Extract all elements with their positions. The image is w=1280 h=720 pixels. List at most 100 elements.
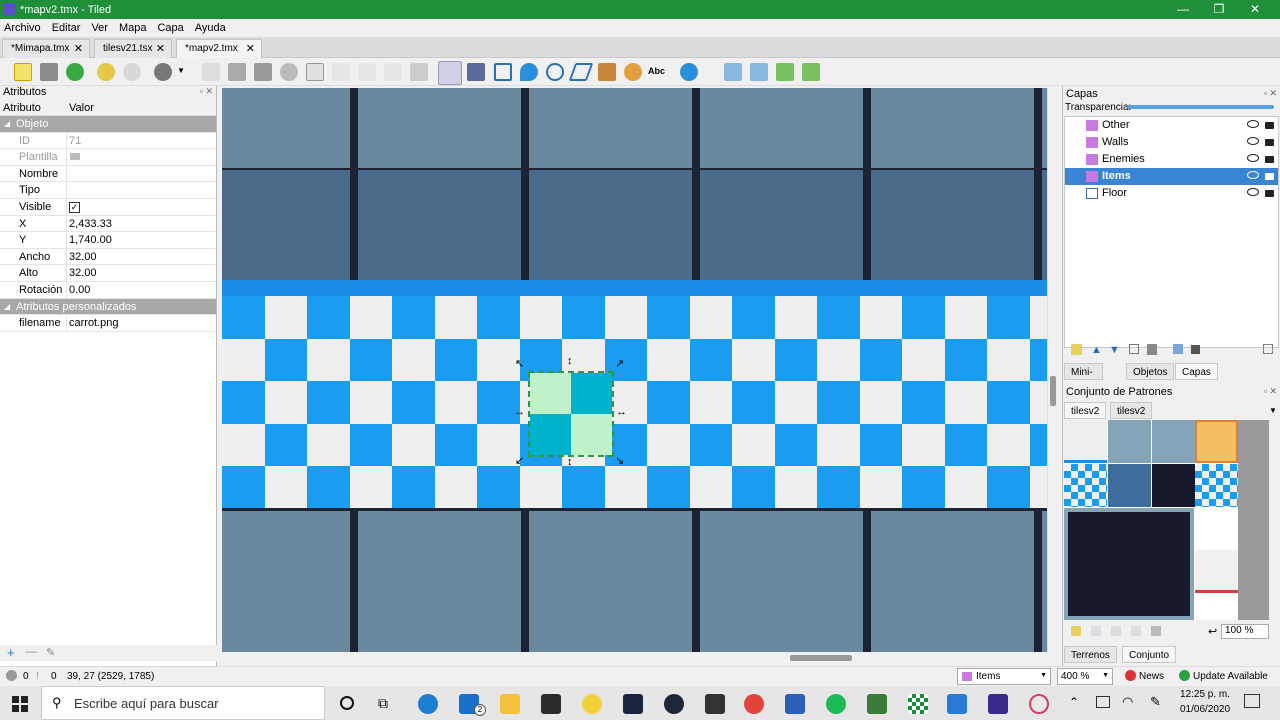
tab-objects[interactable]: Objetos — [1126, 363, 1175, 380]
steam-icon[interactable] — [664, 694, 684, 714]
aseprite-icon[interactable] — [623, 694, 643, 714]
embed-tileset-icon[interactable] — [1091, 626, 1101, 636]
tile[interactable] — [1108, 420, 1151, 463]
tile[interactable] — [1152, 420, 1195, 463]
map-canvas[interactable]: ↖ ↕ ↗ ↔ ↔ ↙ ↕ ↘ — [222, 88, 1047, 652]
resize-handle-icon[interactable]: ↗ — [615, 357, 624, 370]
eye-icon[interactable] — [1247, 171, 1259, 179]
tab-tilesets[interactable]: Conjunto de Patrones — [1122, 646, 1177, 695]
delete-tileset-icon[interactable] — [1151, 626, 1161, 636]
tile[interactable] — [1152, 464, 1195, 507]
chevron-down-icon[interactable]: ▼ — [1040, 672, 1047, 679]
row-x[interactable]: X 2,433.33 — [0, 215, 216, 233]
undo-zoom-icon[interactable]: ↩ — [1208, 625, 1217, 638]
rect-select-icon[interactable] — [358, 63, 376, 81]
layer-walls[interactable]: Walls — [1065, 134, 1278, 151]
zoom-select[interactable]: 400 % ▼ — [1057, 668, 1113, 685]
magic-wand-icon[interactable] — [384, 63, 402, 81]
insert-tile-icon[interactable] — [598, 63, 616, 81]
tab-mimapa[interactable]: *Mimapa.tmx ✕ — [2, 39, 90, 58]
save-icon[interactable] — [66, 63, 84, 81]
column-header-attribute[interactable]: Atributo — [3, 102, 41, 114]
panel-float-close-icon[interactable]: ▫ ✕ — [1264, 88, 1277, 99]
tiled-taskbar-icon[interactable] — [988, 694, 1008, 714]
attr-value[interactable]: 1,740.00 — [69, 232, 112, 248]
new-layer-icon[interactable] — [1071, 344, 1082, 355]
select-same-tile-icon[interactable] — [410, 63, 428, 81]
attr-value[interactable]: 0.00 — [69, 282, 90, 298]
rotate-right-icon[interactable] — [802, 63, 820, 81]
news-icon[interactable] — [1125, 670, 1136, 681]
rotate-left-icon[interactable] — [776, 63, 794, 81]
edge-icon[interactable] — [418, 694, 438, 714]
chevron-down-icon[interactable]: ▼ — [177, 66, 185, 75]
insert-point-icon[interactable] — [520, 63, 538, 81]
tab-minimap[interactable]: Mini-mapa — [1064, 363, 1104, 395]
menu-ayuda[interactable]: Ayuda — [195, 22, 226, 34]
layer-select[interactable]: Items ▼ — [957, 668, 1051, 685]
warning-icon[interactable]: ! — [36, 671, 39, 682]
attr-value[interactable]: 32.00 — [69, 265, 97, 281]
eye-icon[interactable] — [1247, 137, 1259, 145]
lock-icon[interactable] — [1265, 122, 1274, 129]
stamp-brush-icon[interactable] — [202, 63, 220, 81]
new-file-icon[interactable] — [14, 63, 32, 81]
resize-handle-icon[interactable]: ↕ — [567, 456, 573, 468]
tab-tileset-1[interactable]: tilesv2 — [1064, 402, 1107, 419]
tab-layers[interactable]: Capas — [1175, 363, 1218, 380]
attr-value[interactable]: 2,433.33 — [69, 216, 112, 232]
collapse-icon[interactable]: ◢ — [4, 116, 10, 132]
menu-mapa[interactable]: Mapa — [119, 22, 147, 34]
new-tileset-icon[interactable] — [1071, 626, 1081, 636]
opacity-slider[interactable] — [1127, 105, 1274, 109]
clock-time[interactable]: 12:25 p. m. — [1180, 689, 1230, 700]
export-tileset-icon[interactable] — [1111, 626, 1121, 636]
arrow-down-icon[interactable]: ▼ — [1109, 344, 1120, 356]
edit-tileset-icon[interactable] — [1131, 626, 1141, 636]
resize-handle-icon[interactable]: ↙ — [515, 454, 524, 467]
norton-icon[interactable] — [582, 694, 602, 714]
delete-layer-icon[interactable] — [1147, 344, 1157, 355]
menu-archivo[interactable]: Archivo — [4, 22, 41, 34]
resize-handle-icon[interactable]: ↔ — [514, 406, 525, 418]
close-tab-icon[interactable]: ✕ — [156, 42, 165, 55]
attr-value[interactable]: carrot.png — [69, 315, 119, 331]
layer-other[interactable]: Other — [1065, 117, 1278, 134]
device-icon[interactable] — [1096, 696, 1110, 708]
vscode-icon[interactable] — [947, 694, 967, 714]
collapse-icon[interactable]: ◢ — [4, 299, 10, 315]
panel-float-close-icon[interactable]: ▫ ✕ — [1264, 386, 1277, 397]
scroll-thumb[interactable] — [790, 655, 852, 661]
chrome-icon[interactable] — [744, 694, 764, 714]
insert-ellipse-icon[interactable] — [546, 63, 564, 81]
news-link[interactable]: News — [1139, 671, 1164, 682]
tile[interactable] — [1064, 420, 1107, 463]
attr-value[interactable]: 32.00 — [69, 249, 97, 265]
expand-icon[interactable] — [1263, 344, 1273, 354]
wifi-icon[interactable]: ◠ — [1122, 694, 1133, 710]
tab-tilesv21[interactable]: tilesv21.tsx ✕ — [94, 39, 172, 58]
cortana-icon[interactable] — [340, 696, 354, 710]
lock-icon[interactable] — [1265, 139, 1274, 146]
lock-icon[interactable] — [1265, 190, 1274, 197]
remove-attribute-icon[interactable]: — — [26, 646, 37, 658]
tileset-zoom-select[interactable]: 100 % — [1221, 624, 1269, 639]
menu-capa[interactable]: Capa — [157, 22, 183, 34]
task-view-icon[interactable]: ⧉ — [378, 695, 388, 712]
tab-mapv2[interactable]: *mapv2.tmx ✕ — [176, 39, 262, 59]
menu-editar[interactable]: Editar — [52, 22, 81, 34]
tile[interactable] — [1064, 464, 1107, 507]
row-width[interactable]: Ancho 32.00 — [0, 248, 216, 266]
update-link[interactable]: Update Available — [1193, 671, 1268, 682]
panel-float-close-icon[interactable]: ▫ ✕ — [200, 86, 213, 97]
lock-icon[interactable] — [1265, 173, 1274, 180]
tile[interactable] — [1108, 464, 1151, 507]
layer-floor[interactable]: Floor — [1065, 185, 1278, 202]
tileset-view[interactable] — [1064, 420, 1270, 620]
bucket-fill-icon[interactable] — [280, 63, 298, 81]
tile-oven[interactable] — [1195, 420, 1238, 463]
lock-icon[interactable] — [1265, 156, 1274, 163]
arrow-up-icon[interactable]: ▲ — [1091, 344, 1102, 356]
insert-text-icon[interactable]: Abc — [648, 66, 665, 76]
pen-icon[interactable]: ✎ — [1150, 694, 1161, 710]
